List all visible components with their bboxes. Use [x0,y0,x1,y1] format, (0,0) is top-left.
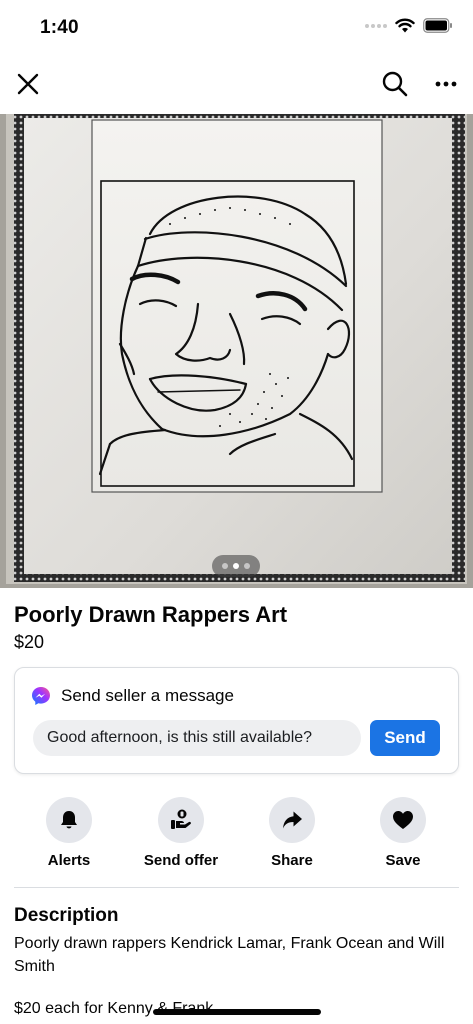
send-offer-circle [158,797,204,843]
alerts-button[interactable]: Alerts [14,797,124,869]
send-offer-button[interactable]: Send offer [126,797,236,869]
save-button[interactable]: Save [348,797,458,869]
offer-icon [171,809,191,829]
pager-dot [222,563,228,569]
status-icons [365,18,453,33]
photo-pager [212,555,260,577]
home-indicator[interactable] [153,1009,321,1015]
pager-dot-active [233,563,239,569]
battery-icon [423,18,452,33]
send-offer-label: Send offer [143,852,219,869]
send-button[interactable]: Send [370,720,440,756]
search-button[interactable] [377,66,413,102]
save-label: Save [385,852,421,869]
share-label: Share [271,852,313,869]
top-nav [0,62,473,106]
share-button[interactable]: Share [237,797,347,869]
heart-icon [393,811,413,829]
listing-price: $20 [14,632,45,652]
alerts-label: Alerts [47,852,91,869]
share-circle [269,797,315,843]
message-seller-card: Send seller a message Good afternoon, is… [14,667,459,774]
description-body: Poorly drawn rappers Kendrick Lamar, Fra… [14,935,445,975]
message-card-heading: Send seller a message [61,686,234,705]
messenger-icon [32,687,50,705]
share-icon [283,811,302,829]
message-card-header: Send seller a message [31,686,234,706]
listing-title: Poorly Drawn Rappers Art [14,602,288,627]
close-icon [17,73,39,95]
message-input[interactable]: Good afternoon, is this still available? [33,720,361,756]
status-time: 1:40 [40,17,79,38]
more-icon [435,81,457,87]
status-bar: 1:40 [0,0,473,56]
framed-drawing-image [0,114,473,588]
bell-icon [61,811,77,829]
alerts-circle [46,797,92,843]
listing-photo[interactable] [0,114,473,588]
section-divider [14,887,459,888]
more-button[interactable] [428,66,464,102]
search-icon [382,71,408,97]
description-heading: Description [14,905,119,926]
action-bar: Alerts Send offer Share Save [0,797,473,877]
save-circle [380,797,426,843]
signal-icon [365,23,387,28]
pager-dot [244,563,250,569]
wifi-icon [395,18,415,33]
close-button[interactable] [10,66,46,102]
